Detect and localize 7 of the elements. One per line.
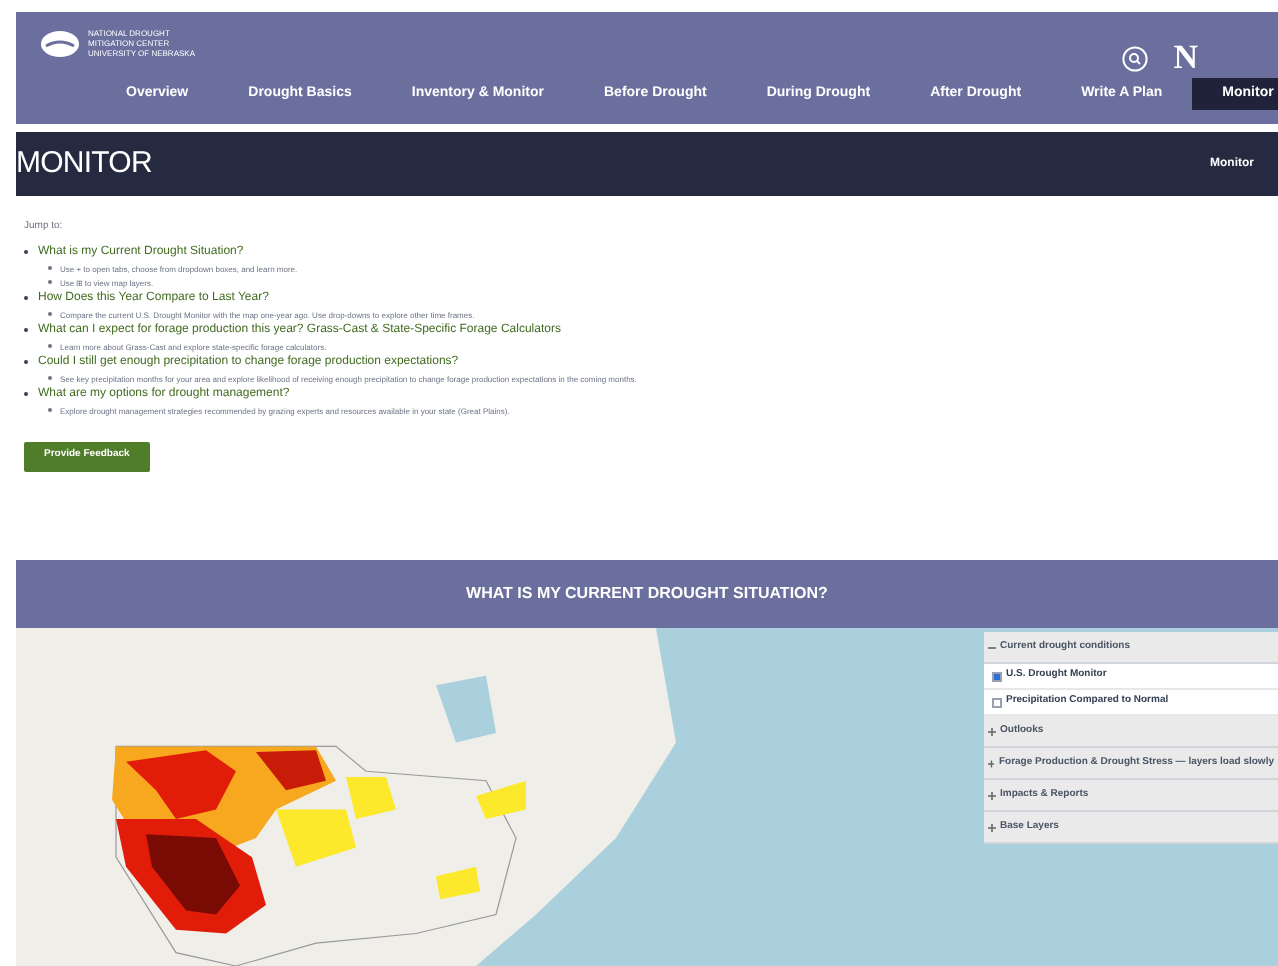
search-icon[interactable]	[1122, 46, 1148, 72]
page-title: MONITOR	[16, 143, 152, 184]
checkbox[interactable]	[992, 671, 1002, 681]
section-title: WHAT IS MY CURRENT DROUGHT SITUATION?	[466, 582, 828, 606]
logo-icon	[40, 29, 80, 57]
checkbox[interactable]	[992, 697, 1002, 707]
brand-letter: N	[1173, 40, 1198, 74]
